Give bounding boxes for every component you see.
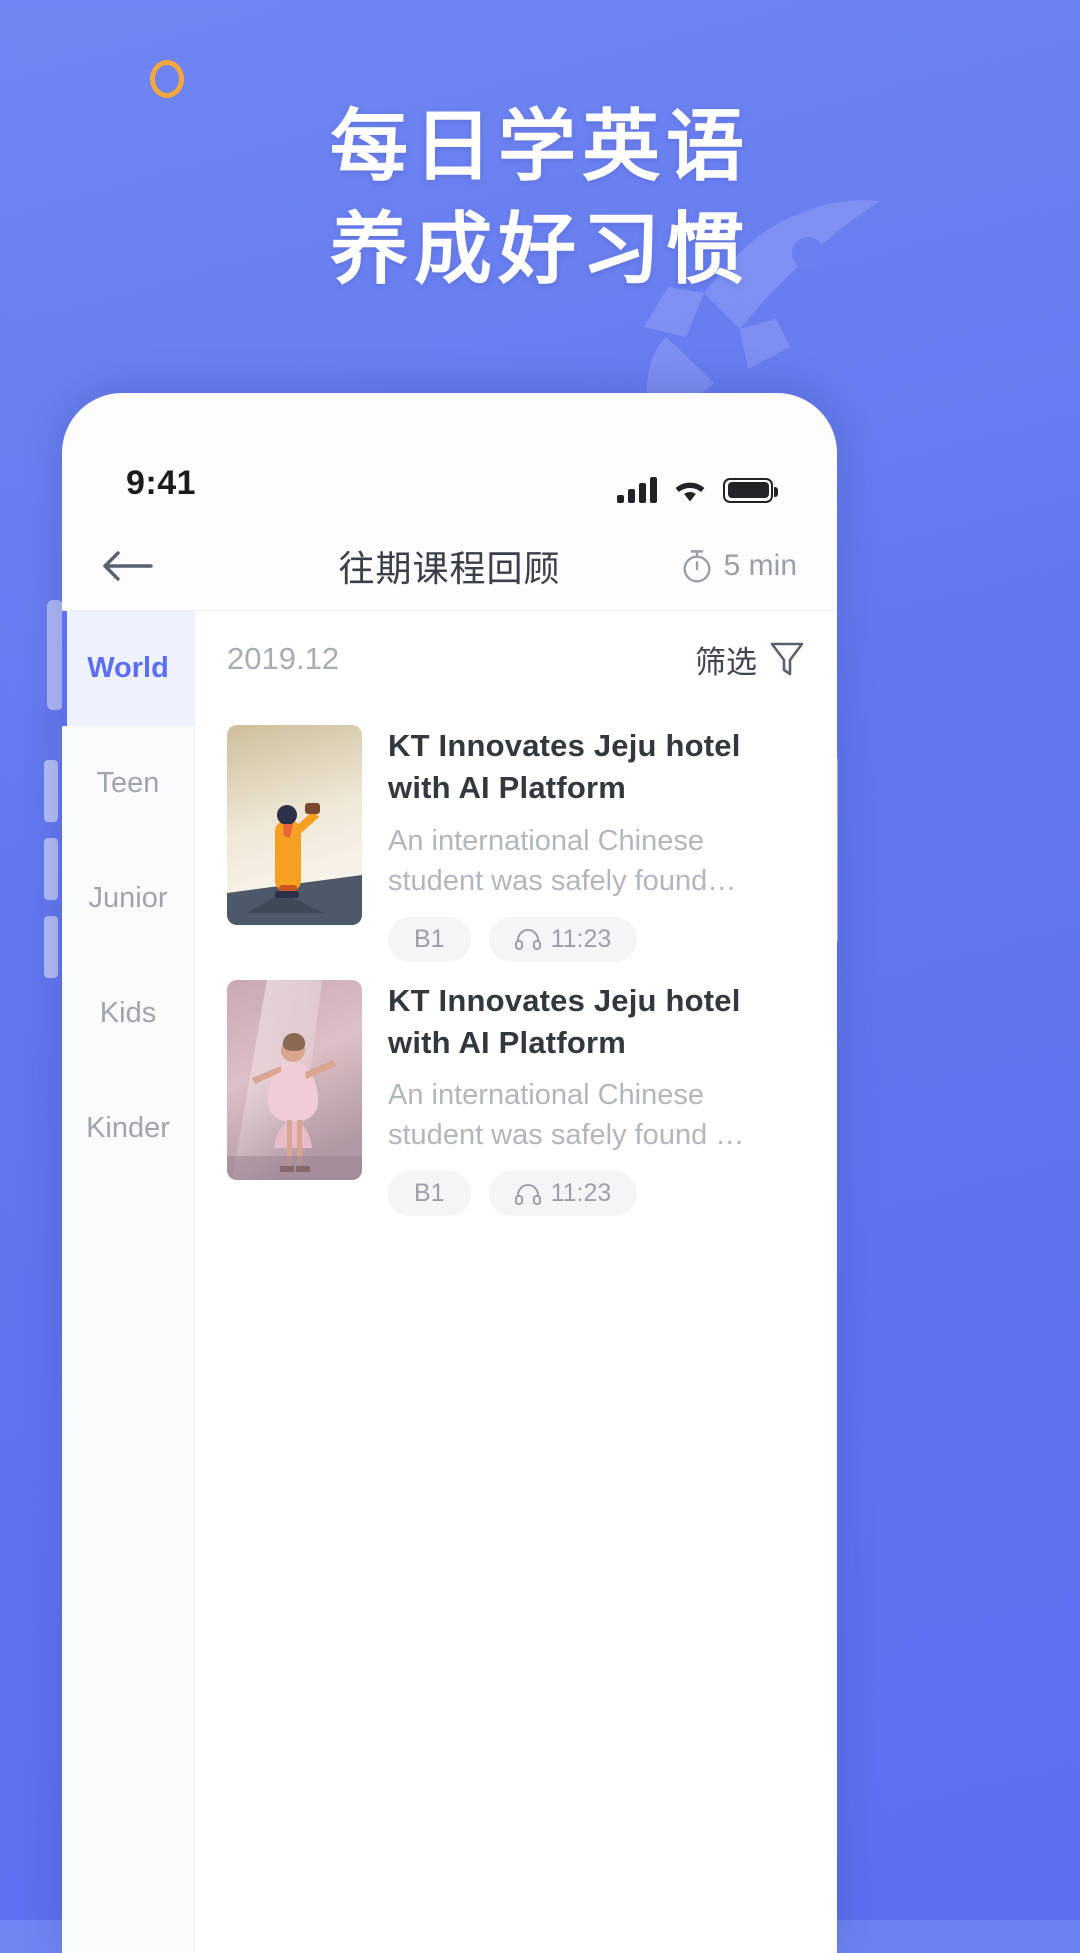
status-bar: 9:41 — [62, 393, 837, 521]
status-badge: B1 — [388, 1171, 471, 1217]
audio-duration-badge: 11:23 — [488, 916, 638, 962]
category-sidebar: World Teen Junior Kids Kinder — [62, 611, 195, 1953]
lesson-description: An international Chinese student was saf… — [388, 1079, 745, 1152]
list-header: 2019.12 筛选 — [195, 611, 837, 707]
headline-line-2: 养成好习惯 — [329, 204, 750, 293]
battery-full-icon — [723, 477, 778, 503]
stopwatch-icon — [683, 549, 711, 582]
lesson-info: KT Innovates Jeju hotel with AI Platform… — [362, 725, 805, 962]
headphones-icon — [514, 1183, 541, 1205]
lesson-thumbnail — [227, 725, 362, 925]
headphones-icon — [514, 929, 541, 951]
headline-line-1: 每日学英语 — [329, 102, 750, 190]
sidebar-item-label: Kinder — [86, 1112, 170, 1144]
funnel-icon — [770, 642, 804, 676]
sidebar-item-label: Junior — [88, 882, 168, 914]
status-icons — [617, 477, 778, 503]
lesson-tags: B1 11:23 — [388, 916, 805, 962]
sidebar-item-teen[interactable]: Teen — [62, 726, 194, 841]
lesson-duration[interactable]: 5 min — [680, 548, 797, 584]
level-tag-label: B1 — [414, 924, 445, 953]
sidebar-item-world[interactable]: World — [62, 611, 194, 726]
circle-outline-icon — [150, 60, 184, 98]
level-tag-label: B1 — [414, 1179, 445, 1208]
cellular-signal-icon — [617, 477, 657, 503]
audio-duration-label: 11:23 — [550, 1179, 612, 1208]
nav-bar: 往期课程回顾 5 min — [62, 521, 837, 611]
decorative-strip-left — [47, 600, 63, 710]
back-button[interactable] — [102, 549, 162, 583]
lesson-title: KT Innovates Jeju hotel with AI Platform — [388, 728, 741, 805]
sidebar-item-kids[interactable]: Kids — [62, 956, 194, 1071]
sidebar-item-label: World — [87, 652, 169, 684]
duration-text: 5 min — [723, 548, 797, 582]
phone-mockup: 9:41 往期课程回顾 5 min World Teen Junior Kids… — [62, 393, 837, 1953]
lesson-browser: World Teen Junior Kids Kinder 2019.12 筛选 — [62, 611, 837, 1953]
list-item[interactable]: KT Innovates Jeju hotel with AI Platform… — [195, 962, 837, 1217]
sidebar-item-label: Teen — [96, 767, 160, 799]
lesson-description: An international Chinese student was saf… — [388, 824, 737, 897]
lesson-title: KT Innovates Jeju hotel with AI Platform — [388, 982, 741, 1060]
wifi-icon — [675, 482, 705, 502]
page-title: 每日学英语 养成好习惯 — [0, 95, 1080, 301]
audio-duration-label: 11:23 — [550, 924, 612, 953]
status-badge: B1 — [388, 916, 471, 962]
lesson-list: 2019.12 筛选 KT Innovates Jeju hotel with … — [195, 611, 837, 1953]
lesson-tags: B1 11:23 — [388, 1171, 805, 1217]
sidebar-item-kinder[interactable]: Kinder — [62, 1071, 194, 1186]
lesson-thumbnail — [227, 979, 362, 1180]
audio-duration-badge: 11:23 — [488, 1171, 638, 1217]
list-item[interactable]: KT Innovates Jeju hotel with AI Platform… — [195, 707, 837, 962]
lesson-info: KT Innovates Jeju hotel with AI Platform… — [362, 980, 805, 1217]
filter-button[interactable]: 筛选 — [695, 637, 805, 682]
status-time: 9:41 — [126, 464, 197, 502]
arrow-left-icon — [103, 550, 153, 581]
list-date: 2019.12 — [227, 641, 340, 676]
filter-label: 筛选 — [695, 644, 757, 680]
sidebar-item-label: Kids — [99, 997, 157, 1029]
sidebar-item-junior[interactable]: Junior — [62, 841, 194, 956]
